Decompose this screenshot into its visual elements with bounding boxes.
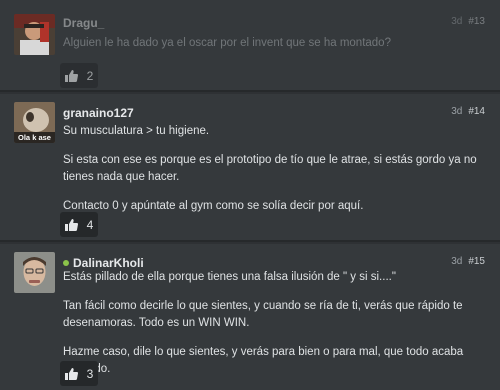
post-body: Su musculatura > tu higiene. Si esta con… bbox=[63, 123, 478, 215]
post-paragraph: Si esta con ese es porque es el prototip… bbox=[63, 154, 477, 183]
thumbs-up-icon bbox=[64, 218, 78, 231]
avatar-caption: Ola k ase bbox=[18, 133, 51, 142]
post-meta: 3d #13 bbox=[451, 16, 485, 27]
author-name[interactable]: Dragu_ bbox=[63, 16, 104, 30]
online-status-dot bbox=[63, 260, 69, 266]
author-name[interactable]: granaino127 bbox=[63, 106, 134, 120]
post-paragraph: Alguien le ha dado ya el oscar por el in… bbox=[63, 37, 391, 49]
like-count: 4 bbox=[86, 217, 94, 232]
post-paragraph: Hazme caso, dile lo que sientes, y verás… bbox=[63, 346, 464, 375]
post-paragraph: Estás pillado de ella porque tienes una … bbox=[63, 271, 396, 283]
post-time[interactable]: 3d bbox=[451, 106, 462, 117]
post-meta: 3d #15 bbox=[451, 256, 485, 267]
post-number[interactable]: #14 bbox=[468, 106, 485, 117]
like-count: 3 bbox=[86, 366, 94, 381]
avatar[interactable] bbox=[14, 252, 55, 293]
post-time[interactable]: 3d bbox=[451, 16, 462, 27]
post-body: Estás pillado de ella porque tienes una … bbox=[63, 269, 478, 378]
post-paragraph: Contacto 0 y apúntate al gym como se sol… bbox=[63, 200, 364, 212]
post-number[interactable]: #15 bbox=[468, 256, 485, 267]
post-paragraph: Su musculatura > tu higiene. bbox=[63, 125, 210, 137]
avatar[interactable]: Ola k ase bbox=[14, 102, 55, 143]
post-number[interactable]: #13 bbox=[468, 16, 485, 27]
author-name[interactable]: DalinarKholi bbox=[63, 256, 144, 270]
thread: Dragu_ 3d #13 Alguien le ha dado ya el os… bbox=[0, 0, 500, 390]
post-body: Alguien le ha dado ya el oscar por el in… bbox=[63, 35, 478, 52]
like-button[interactable]: 3 bbox=[60, 361, 98, 386]
like-count: 2 bbox=[86, 68, 94, 83]
post-time[interactable]: 3d bbox=[451, 256, 462, 267]
avatar[interactable] bbox=[14, 14, 55, 55]
post-13: Dragu_ 3d #13 Alguien le ha dado ya el os… bbox=[0, 0, 500, 92]
post-paragraph: Tan fácil como decirle lo que sientes, y… bbox=[63, 300, 463, 329]
post-meta: 3d #14 bbox=[451, 106, 485, 117]
thumbs-up-icon bbox=[64, 69, 78, 82]
post-15: DalinarKholi 3d #15 Estás pillado de ella… bbox=[0, 244, 500, 390]
post-14: Ola k ase granaino127 3d #14 Su musculatu… bbox=[0, 94, 500, 242]
like-button[interactable]: 4 bbox=[60, 212, 98, 237]
like-button[interactable]: 2 bbox=[60, 63, 98, 88]
thumbs-up-icon bbox=[64, 367, 78, 380]
